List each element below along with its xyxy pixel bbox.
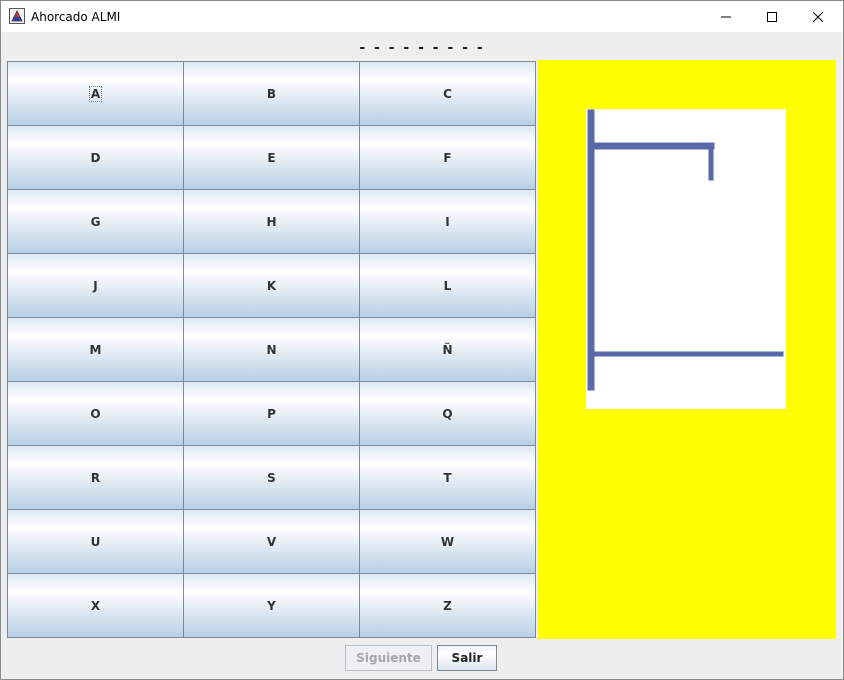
letter-key-label: N [266, 342, 277, 357]
letter-key[interactable]: S [183, 445, 360, 510]
letter-key[interactable]: N [183, 317, 360, 382]
maximize-icon [767, 11, 777, 22]
gallows-image [587, 109, 784, 391]
letter-key-label: M [89, 342, 102, 357]
window-title: Ahorcado ALMI [31, 10, 121, 24]
letter-key-label: T [443, 470, 452, 485]
letter-key[interactable]: G [7, 189, 184, 254]
letter-key-label: V [266, 534, 277, 549]
letter-key[interactable]: M [7, 317, 184, 382]
letter-keyboard: A B C D E F G H I J K L M N Ñ O P Q R S T U V W X Y Z [7, 61, 536, 638]
letter-key[interactable]: R [7, 445, 184, 510]
letter-key-label: H [266, 214, 277, 229]
letter-key-label: I [445, 214, 450, 229]
letter-key[interactable]: B [183, 61, 360, 126]
letter-key-label: X [90, 598, 101, 613]
next-button[interactable]: Siguiente [345, 645, 432, 671]
letter-key[interactable]: W [359, 509, 536, 574]
letter-key[interactable]: P [183, 381, 360, 446]
letter-key-label: U [90, 534, 101, 549]
letter-key[interactable]: L [359, 253, 536, 318]
letter-key-label: L [443, 278, 452, 293]
letter-key-label: A [88, 85, 103, 102]
minimize-icon [721, 16, 731, 17]
hangman-panel [538, 60, 836, 639]
app-window: Ahorcado ALMI - - - - - - - - - A B C D E F G H… [0, 0, 844, 680]
letter-key-label: F [443, 150, 452, 165]
letter-key[interactable]: E [183, 125, 360, 190]
letter-key-label: E [267, 150, 276, 165]
letter-key[interactable]: D [7, 125, 184, 190]
minimize-button[interactable] [703, 1, 749, 32]
letter-key-label: W [440, 534, 455, 549]
letter-key[interactable]: F [359, 125, 536, 190]
letter-key-label: J [93, 278, 98, 293]
letter-key-label: S [267, 470, 276, 485]
letter-key-label: Q [442, 406, 453, 421]
letter-key[interactable]: H [183, 189, 360, 254]
letter-key-label: Z [443, 598, 452, 613]
letter-key-label: Ñ [442, 342, 453, 357]
letter-key-label: D [90, 150, 101, 165]
java-app-icon [9, 8, 25, 24]
letter-key-label: B [266, 86, 277, 101]
letter-key[interactable]: A [7, 61, 184, 126]
letter-key[interactable]: J [7, 253, 184, 318]
close-button[interactable] [795, 1, 841, 32]
letter-key[interactable]: Q [359, 381, 536, 446]
letter-key-label: K [266, 278, 277, 293]
maximize-button[interactable] [749, 1, 795, 32]
letter-key-label: G [90, 214, 101, 229]
letter-key-label: O [90, 406, 101, 421]
close-icon [813, 11, 823, 22]
letter-key[interactable]: U [7, 509, 184, 574]
letter-key[interactable]: T [359, 445, 536, 510]
letter-key[interactable]: C [359, 61, 536, 126]
title-bar: Ahorcado ALMI [1, 1, 843, 32]
letter-key-label: C [443, 86, 452, 101]
letter-key[interactable]: Ñ [359, 317, 536, 382]
hidden-word: - - - - - - - - - [359, 40, 485, 56]
letter-key[interactable]: K [183, 253, 360, 318]
letter-key[interactable]: I [359, 189, 536, 254]
hangman-drawing [586, 109, 786, 409]
letter-key-label: R [90, 470, 101, 485]
exit-button[interactable]: Salir [437, 645, 497, 671]
letter-key[interactable]: X [7, 573, 184, 638]
letter-key[interactable]: V [183, 509, 360, 574]
letter-key[interactable]: O [7, 381, 184, 446]
letter-key[interactable]: Z [359, 573, 536, 638]
letter-key[interactable]: Y [183, 573, 360, 638]
letter-key-label: P [267, 406, 276, 421]
letter-key-label: Y [267, 598, 276, 613]
